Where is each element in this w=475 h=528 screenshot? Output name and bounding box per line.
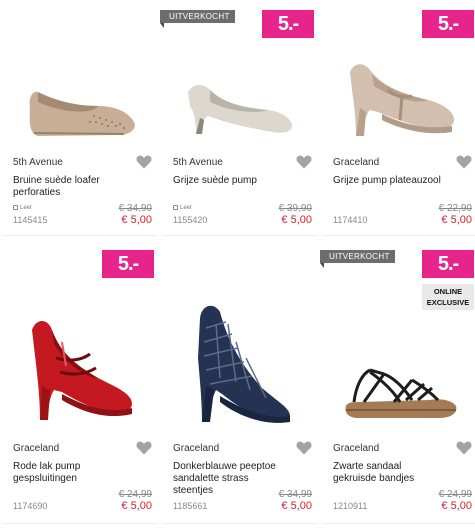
heart-icon[interactable] bbox=[296, 441, 312, 455]
old-price: € 39,90 bbox=[278, 203, 312, 214]
old-price: € 24,99 bbox=[438, 489, 472, 500]
product-brand: Graceland bbox=[13, 443, 60, 454]
product-grid: 5th Avenue Bruine suède loafer perforati… bbox=[0, 0, 475, 528]
article-number: 1210911 bbox=[333, 501, 368, 511]
heart-icon[interactable] bbox=[136, 441, 152, 455]
product-brand: 5th Avenue bbox=[13, 157, 63, 168]
black-sandal-icon bbox=[345, 368, 457, 418]
material-label: Leer bbox=[13, 205, 32, 211]
navy-sandal-icon bbox=[198, 305, 290, 423]
sold-out-badge: UITVERKOCHT bbox=[320, 250, 395, 268]
product-name[interactable]: Rode lak pump gespsluitingen bbox=[13, 461, 123, 485]
product-brand: 5th Avenue bbox=[173, 157, 223, 168]
heart-icon[interactable] bbox=[456, 441, 472, 455]
product-brand: Graceland bbox=[333, 443, 380, 454]
product-card[interactable]: Graceland Donkerblauwe peeptoe sandalett… bbox=[164, 246, 316, 524]
product-name[interactable]: Zwarte sandaal gekruisde bandjes bbox=[333, 461, 443, 485]
old-price: € 34,90 bbox=[118, 203, 152, 214]
heart-icon[interactable] bbox=[456, 155, 472, 169]
product-brand: Graceland bbox=[173, 443, 220, 454]
sold-out-badge: UITVERKOCHT bbox=[160, 10, 235, 28]
product-card[interactable]: 5.- Graceland Rode lak pump gespsluiting… bbox=[4, 246, 156, 524]
leather-icon bbox=[13, 205, 18, 210]
loafer-beige-icon bbox=[29, 91, 135, 136]
old-price: € 24,99 bbox=[118, 489, 152, 500]
product-card[interactable]: UITVERKOCHT 5.- 5th Avenue Grijze suède … bbox=[160, 0, 316, 236]
price-badge: 5.- bbox=[262, 10, 314, 38]
price-badge: 5.- bbox=[422, 10, 474, 38]
pump-grey-icon bbox=[188, 85, 292, 134]
product-name[interactable]: Grijze suède pump bbox=[173, 175, 283, 187]
platform-pump-icon bbox=[350, 64, 454, 136]
product-card[interactable]: 5th Avenue Bruine suède loafer perforati… bbox=[4, 0, 156, 236]
article-number: 1185661 bbox=[173, 501, 208, 511]
exclusive-label: EXCLUSIVE bbox=[426, 298, 470, 307]
article-number: 1155420 bbox=[173, 215, 208, 225]
online-label: ONLINE bbox=[433, 287, 463, 296]
product-name[interactable]: Bruine suède loafer perforaties bbox=[13, 175, 123, 199]
online-exclusive-badge: ONLINE EXCLUSIVE bbox=[422, 284, 474, 310]
product-image[interactable] bbox=[4, 0, 156, 150]
article-number: 1174690 bbox=[13, 501, 48, 511]
product-name[interactable]: Grijze pump plateauzool bbox=[333, 175, 443, 187]
article-number: 1145415 bbox=[13, 215, 48, 225]
product-card[interactable]: 5.- Graceland Grijze pump plateauzool 11… bbox=[324, 0, 475, 236]
sale-price: € 5,00 bbox=[121, 214, 152, 226]
heart-icon[interactable] bbox=[296, 155, 312, 169]
sale-price: € 5,00 bbox=[121, 500, 152, 512]
sale-price: € 5,00 bbox=[441, 500, 472, 512]
article-number: 1174410 bbox=[333, 215, 368, 225]
product-image[interactable]: 5.- bbox=[324, 0, 475, 150]
price-badge: 5.- bbox=[102, 250, 154, 278]
old-price: € 34,99 bbox=[278, 489, 312, 500]
heart-icon[interactable] bbox=[136, 155, 152, 169]
product-brand: Graceland bbox=[333, 157, 380, 168]
product-image[interactable] bbox=[164, 246, 316, 436]
sale-price: € 5,00 bbox=[281, 214, 312, 226]
product-name[interactable]: Donkerblauwe peeptoe sandalette strass s… bbox=[173, 461, 283, 497]
old-price: € 22,90 bbox=[438, 203, 472, 214]
red-pump-icon bbox=[32, 321, 132, 420]
sale-price: € 5,00 bbox=[441, 214, 472, 226]
material-label: Leer bbox=[173, 205, 192, 211]
price-badge: 5.- bbox=[422, 250, 474, 278]
product-card[interactable]: UITVERKOCHT 5.- ONLINE EXCLUSIVE Gracela… bbox=[320, 246, 475, 524]
sale-price: € 5,00 bbox=[281, 500, 312, 512]
product-image[interactable]: UITVERKOCHT 5.- bbox=[160, 0, 316, 150]
leather-icon bbox=[173, 205, 178, 210]
product-image[interactable]: UITVERKOCHT 5.- ONLINE EXCLUSIVE bbox=[320, 246, 475, 436]
product-image[interactable]: 5.- bbox=[4, 246, 156, 436]
